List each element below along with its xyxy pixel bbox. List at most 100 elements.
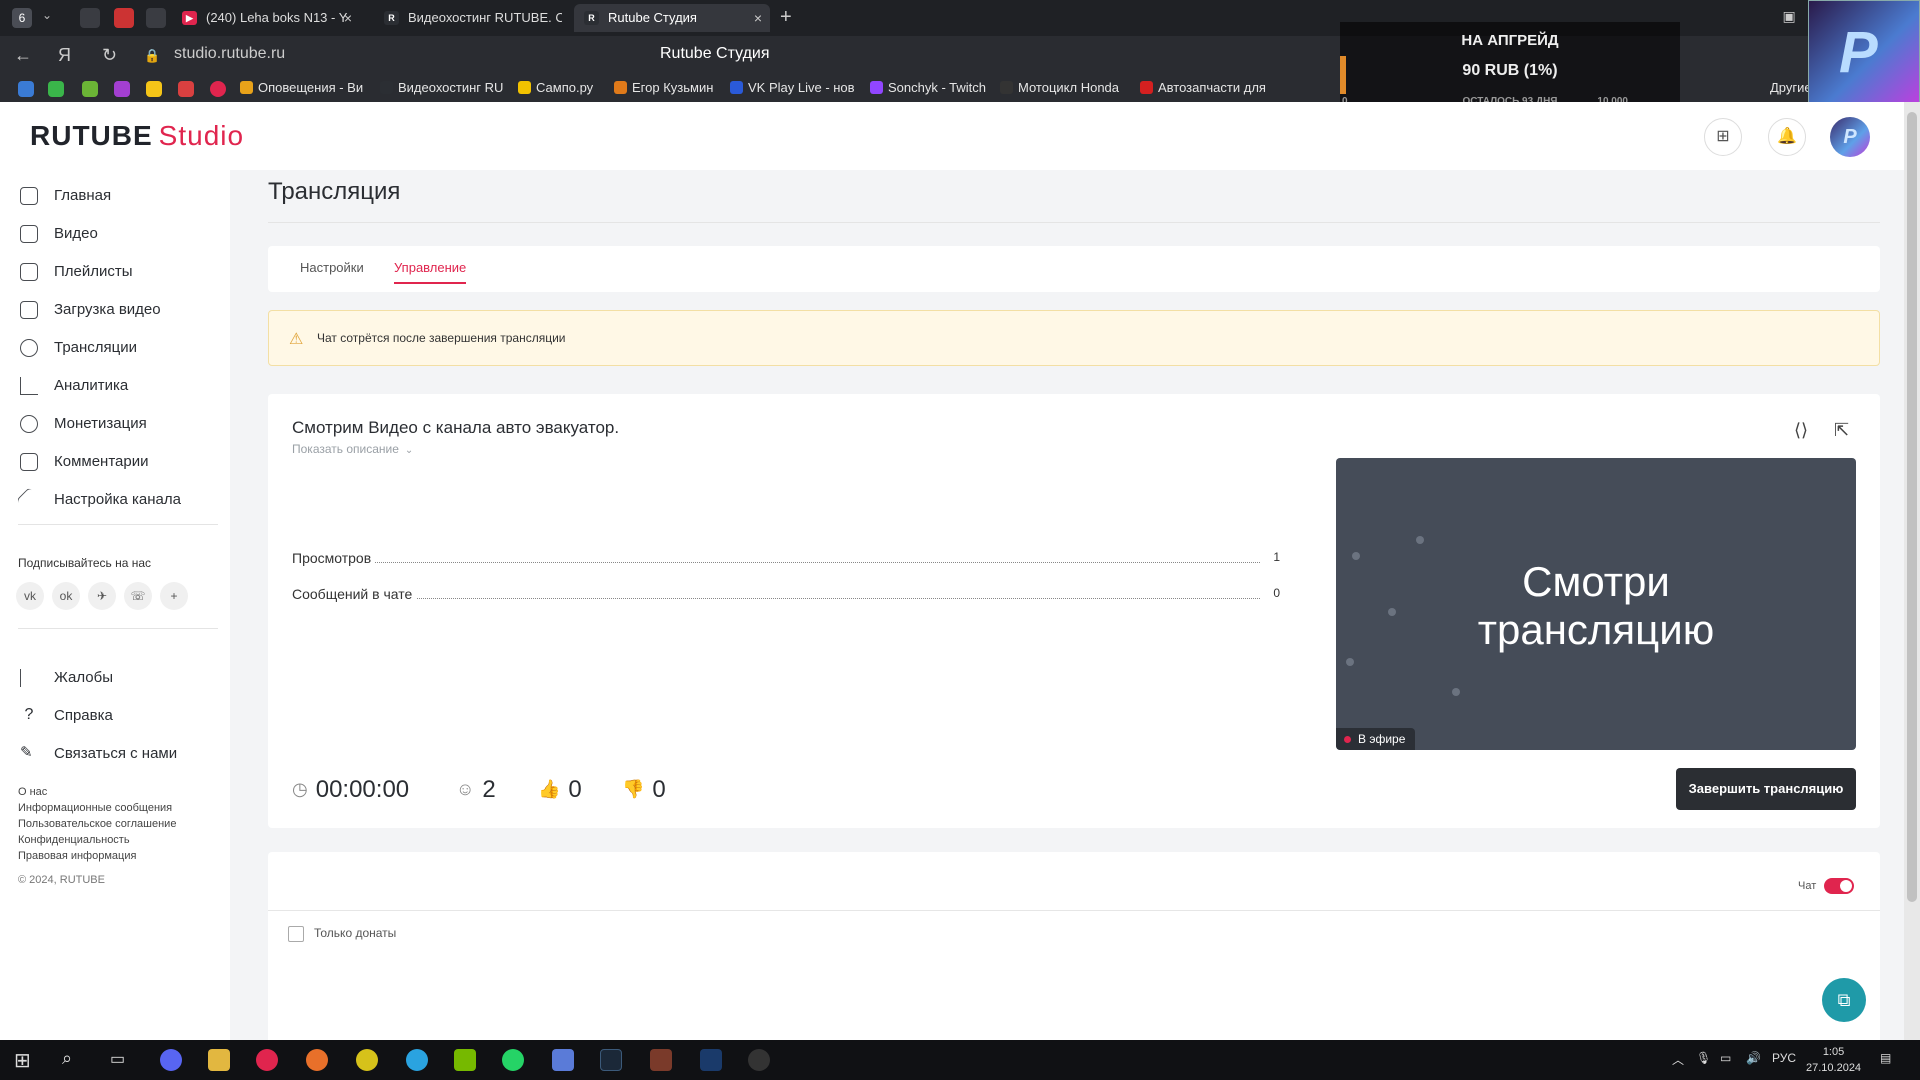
- tab-count-badge[interactable]: 6: [12, 8, 32, 28]
- app-icon[interactable]: [650, 1049, 672, 1071]
- support-chat-button[interactable]: ⧉: [1822, 978, 1866, 1022]
- bookmark-icon[interactable]: [114, 81, 130, 97]
- notifications-bell-icon[interactable]: 🔔: [1768, 118, 1806, 156]
- footer-link-about[interactable]: О нас: [18, 786, 47, 798]
- sidebar-item-playlists[interactable]: Плейлисты: [20, 260, 133, 284]
- back-icon[interactable]: ←: [14, 45, 32, 66]
- app-icon[interactable]: [700, 1049, 722, 1071]
- whatsapp-icon[interactable]: [502, 1049, 524, 1071]
- volume-icon[interactable]: 🔊: [1746, 1051, 1761, 1065]
- yandex-icon[interactable]: Я: [58, 45, 71, 66]
- obs-icon[interactable]: [748, 1049, 770, 1071]
- app-icon[interactable]: [306, 1049, 328, 1071]
- decor-dot: [1416, 536, 1424, 544]
- pinned-tab-icon[interactable]: [146, 8, 166, 28]
- sidebar-item-monetization[interactable]: Монетизация: [20, 412, 147, 436]
- close-tab-icon[interactable]: ×: [344, 4, 352, 32]
- chat-toggle[interactable]: [1824, 878, 1854, 894]
- footer-link-terms[interactable]: Пользовательское соглашение: [18, 818, 176, 830]
- page-scrollbar[interactable]: [1904, 102, 1920, 1040]
- sidebar-item-help[interactable]: ? Справка: [20, 704, 113, 728]
- steam-icon[interactable]: [600, 1049, 622, 1071]
- more-social-icon[interactable]: +: [160, 582, 188, 610]
- footer-link-info[interactable]: Информационные сообщения: [18, 802, 172, 814]
- chat-divider: [268, 910, 1880, 911]
- dotted-leader: [292, 598, 1260, 599]
- user-avatar[interactable]: P: [1830, 117, 1870, 157]
- tab-list-chevron-icon[interactable]: ⌄: [42, 8, 52, 22]
- bookmark-link[interactable]: Видеохостинг RU: [380, 80, 503, 95]
- nvidia-icon[interactable]: [454, 1049, 476, 1071]
- yandex-browser-icon[interactable]: [256, 1049, 278, 1071]
- sidebar-item-broadcasts[interactable]: Трансляции: [20, 336, 137, 360]
- language-indicator[interactable]: РУС: [1772, 1051, 1796, 1065]
- network-icon[interactable]: ▭: [1720, 1051, 1731, 1065]
- share-icon[interactable]: ⟨⟩: [1794, 420, 1808, 441]
- app-icon[interactable]: [552, 1049, 574, 1071]
- task-view-icon[interactable]: ▭: [110, 1049, 125, 1069]
- sidebar-item-video[interactable]: Видео: [20, 222, 98, 246]
- bookmark-icon[interactable]: [210, 81, 226, 97]
- bookmark-link[interactable]: Егор Кузьмин: [614, 80, 713, 95]
- show-description-toggle[interactable]: Показать описание ⌄: [292, 442, 413, 456]
- bookmark-link[interactable]: Автозапчасти для: [1140, 80, 1266, 95]
- bookmark-icon[interactable]: [18, 81, 34, 97]
- discord-icon[interactable]: [160, 1049, 182, 1071]
- tray-expand-icon[interactable]: ︿: [1672, 1051, 1684, 1068]
- footer-link-legal[interactable]: Правовая информация: [18, 850, 136, 862]
- sidebar-item-upload[interactable]: Загрузка видео: [20, 298, 161, 322]
- browser-tab[interactable]: R Видеохостинг RUTUBE. С: [374, 4, 562, 32]
- bookmark-link[interactable]: Sonchyk - Twitch: [870, 80, 986, 95]
- system-clock[interactable]: 1:05 27.10.2024: [1806, 1044, 1861, 1076]
- new-tab-button[interactable]: +: [780, 6, 792, 29]
- url-field[interactable]: studio.rutube.ru: [174, 45, 285, 63]
- file-explorer-icon[interactable]: [208, 1049, 230, 1071]
- bookmark-icon[interactable]: [48, 81, 64, 97]
- close-tab-icon[interactable]: ×: [754, 4, 762, 32]
- sidebar-item-channel-settings[interactable]: Настройка канала: [16, 487, 181, 513]
- reload-icon[interactable]: ↻: [102, 45, 117, 66]
- app-icon[interactable]: [356, 1049, 378, 1071]
- pinned-tab-icon[interactable]: [80, 8, 100, 28]
- preview-text: Смотри трансляцию: [1477, 558, 1715, 653]
- create-button[interactable]: ⊞: [1704, 118, 1742, 156]
- notifications-center-icon[interactable]: ▤: [1880, 1051, 1891, 1065]
- bookmark-icon[interactable]: [146, 81, 162, 97]
- tab-management[interactable]: Управление: [394, 260, 466, 275]
- ok-icon[interactable]: ok: [52, 582, 80, 610]
- bookmark-icon[interactable]: [178, 81, 194, 97]
- bookmark-icon[interactable]: [82, 81, 98, 97]
- pinned-tab-icon[interactable]: [114, 8, 134, 28]
- other-bookmarks-link[interactable]: Другие: [1770, 80, 1812, 95]
- os-taskbar: ⊞ ⌕ ▭ ︿ 🎙 ▭ 🔊 РУС 1:05 27.10.2024 ▤: [0, 1040, 1920, 1080]
- windows-start-icon[interactable]: ⊞: [14, 1048, 31, 1073]
- tab-settings[interactable]: Настройки: [300, 260, 364, 275]
- bookmark-link[interactable]: VK Play Live - нов: [730, 80, 855, 95]
- sidebar-item-complaints[interactable]: Жалобы: [20, 666, 113, 690]
- microphone-icon[interactable]: 🎙: [1696, 1051, 1711, 1065]
- footer-link-privacy[interactable]: Конфиденциальность: [18, 834, 130, 846]
- browser-tab[interactable]: ▶ (240) Leha boks N13 - Y ×: [172, 4, 360, 32]
- scroll-thumb[interactable]: [1907, 112, 1917, 902]
- sidebar-item-analytics[interactable]: Аналитика: [20, 374, 128, 398]
- telegram-icon[interactable]: ✈: [88, 582, 116, 610]
- live-dot-icon: [1344, 736, 1351, 743]
- viber-icon[interactable]: ☏: [124, 582, 152, 610]
- telegram-taskbar-icon[interactable]: [406, 1049, 428, 1071]
- vk-icon[interactable]: vk: [16, 582, 44, 610]
- search-icon[interactable]: ⌕: [62, 1048, 72, 1069]
- sidebar-item-home[interactable]: Главная: [20, 184, 111, 208]
- rutube-studio-logo[interactable]: RUTUBE Studio: [30, 120, 244, 152]
- open-external-icon[interactable]: ⇱: [1834, 420, 1849, 441]
- page-title-display: Rutube Студия: [660, 45, 770, 62]
- bookmark-link[interactable]: Оповещения - Ви: [240, 80, 363, 95]
- youtube-favicon-icon: ▶: [182, 11, 197, 25]
- end-stream-button[interactable]: Завершить трансляцию: [1676, 768, 1856, 810]
- sidebar-item-comments[interactable]: Комментарии: [20, 450, 148, 474]
- browser-tab-active[interactable]: R Rutube Студия ×: [574, 4, 770, 32]
- sidebar-item-contact[interactable]: ✎ Связаться с нами: [20, 742, 177, 766]
- stream-preview[interactable]: Смотри трансляцию В эфире: [1336, 458, 1856, 750]
- only-donations-checkbox[interactable]: [288, 926, 304, 942]
- bookmark-link[interactable]: Сампо.ру: [518, 80, 593, 95]
- bookmark-link[interactable]: Мотоцикл Honda: [1000, 80, 1119, 95]
